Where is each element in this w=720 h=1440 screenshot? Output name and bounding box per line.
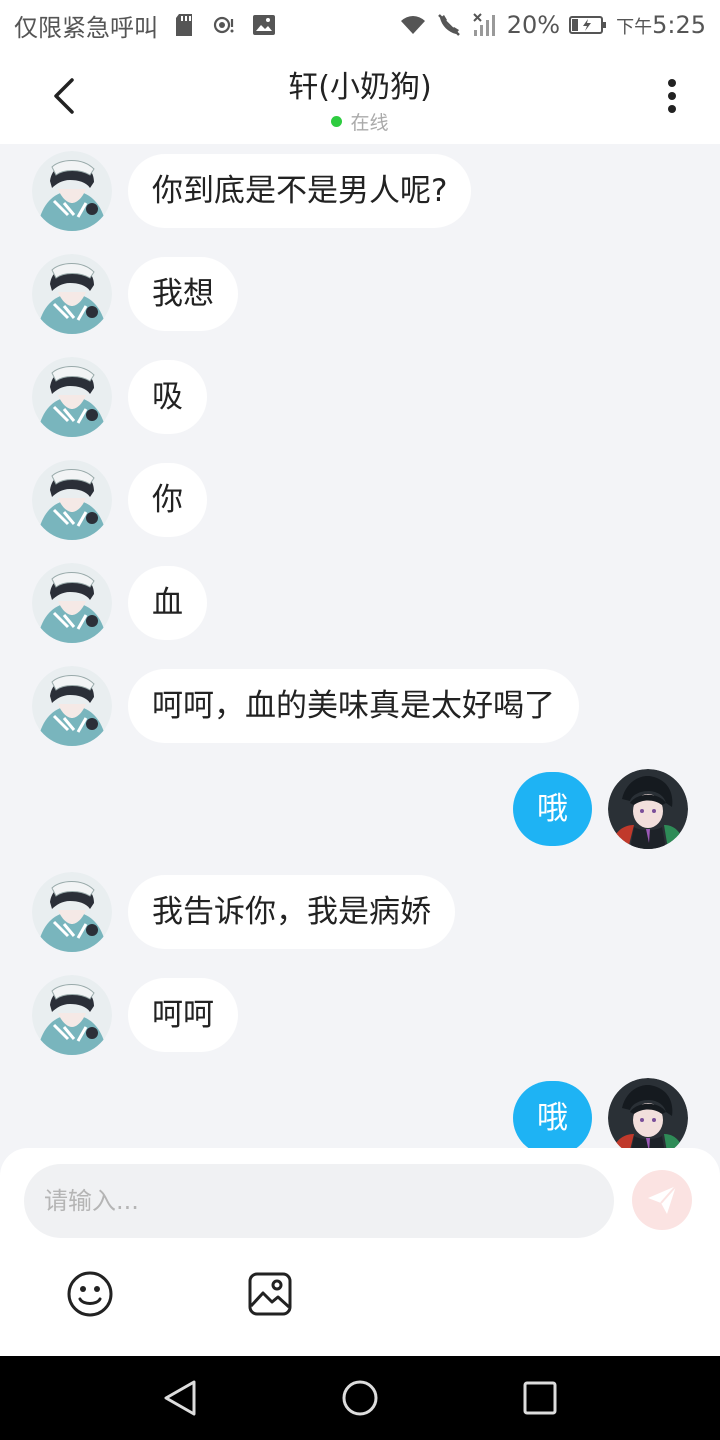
system-nav-bar [0,1356,720,1440]
square-recents-icon [523,1381,557,1415]
no-signal-icon [471,11,499,39]
message-bubble[interactable]: 哦 [513,1081,592,1150]
message-bubble[interactable]: 你 [128,463,207,537]
nav-back-button[interactable] [156,1374,204,1422]
online-dot-icon [331,116,343,127]
circle-home-icon [342,1380,378,1416]
call-off-icon [435,11,463,39]
status-bar: 仅限紧急呼叫 20% 下午5:25 [0,0,720,50]
my-avatar[interactable] [608,769,688,849]
message-bubble[interactable]: 你到底是不是男人呢? [128,154,472,228]
presence-label: 在线 [350,112,389,134]
sd-card-icon [170,11,198,39]
wifi-icon [399,11,427,39]
send-icon [648,1185,677,1214]
message-bubble[interactable]: 哦 [513,772,592,846]
contact-avatar[interactable] [32,254,112,334]
more-vertical-icon [668,79,676,113]
message-bubble[interactable]: 呵呵 [128,978,238,1052]
message-bubble[interactable]: 吸 [128,360,207,434]
contact-avatar[interactable] [32,357,112,437]
nav-recents-button[interactable] [516,1374,564,1422]
chat-header: 轩(小奶狗) 在线 [0,50,720,144]
presence-status: 在线 [0,108,720,135]
message-bubble[interactable]: 呵呵，血的美味真是太好喝了 [128,669,579,743]
triangle-back-icon [164,1380,196,1416]
message-sent: 哦 [0,1078,720,1150]
battery-charging-icon [568,11,608,39]
my-avatar[interactable] [608,1078,688,1150]
message-bubble[interactable]: 我想 [128,257,238,331]
smiley-icon [67,1271,113,1317]
hotspot-icon [210,11,238,39]
message-received: 你 [0,460,720,540]
message-received: 你到底是不是男人呢? [0,151,720,231]
message-bubble[interactable]: 我告诉你，我是病娇 [128,875,455,949]
clock: 下午5:25 [616,11,706,39]
gallery-icon [248,1272,292,1316]
battery-percent: 20% [506,11,561,39]
message-bubble[interactable]: 血 [128,566,207,640]
contact-avatar[interactable] [32,151,112,231]
message-received: 我想 [0,254,720,334]
contact-avatar[interactable] [32,563,112,643]
composer-panel [0,1148,720,1356]
message-received: 吸 [0,357,720,437]
message-received: 呵呵 [0,975,720,1055]
contact-avatar[interactable] [32,666,112,746]
more-options-button[interactable] [652,72,692,120]
contact-avatar[interactable] [32,872,112,952]
emoji-button[interactable] [64,1268,116,1320]
carrier-text: 仅限紧急呼叫 [14,13,158,42]
message-received: 血 [0,563,720,643]
nav-home-button[interactable] [336,1374,384,1422]
message-received: 呵呵，血的美味真是太好喝了 [0,666,720,746]
message-input[interactable] [24,1164,614,1238]
message-sent: 哦 [0,769,720,849]
message-received: 我告诉你，我是病娇 [0,872,720,952]
image-picker-button[interactable] [244,1268,296,1320]
message-list[interactable]: 你到底是不是男人呢? 我想 吸 你 血 呵呵，血的美味真是太好喝了 哦 我告诉你… [0,144,720,1150]
contact-name: 轩(小奶狗) [288,70,432,105]
send-button[interactable] [632,1170,692,1230]
contact-avatar[interactable] [32,460,112,540]
image-icon [250,11,278,39]
contact-avatar[interactable] [32,975,112,1055]
